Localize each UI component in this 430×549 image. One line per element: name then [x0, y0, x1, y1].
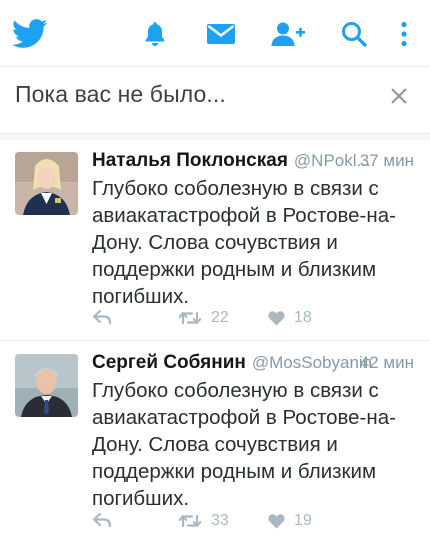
tweet-text: Глубоко соболезную в связи с авиакатастр…	[92, 379, 396, 510]
more-vertical-icon[interactable]	[400, 18, 408, 50]
avatar[interactable]	[15, 152, 78, 215]
author-name[interactable]: Сергей Собянин	[92, 352, 246, 373]
retweet-button[interactable]: 33	[178, 512, 229, 530]
add-user-icon[interactable]	[270, 18, 306, 50]
divider	[0, 133, 430, 140]
tweet-time: 37 мин	[359, 151, 414, 170]
tweet-time: 42 мин	[359, 353, 414, 372]
retweet-button[interactable]: 22	[178, 309, 229, 327]
tweet-actions: 33 19	[92, 512, 392, 536]
like-count: 19	[294, 512, 312, 529]
tweet[interactable]: Сергей Собянин @MosSobyanin 42 мин Глубок…	[0, 352, 430, 540]
reply-icon[interactable]	[92, 309, 112, 325]
tweet-text: Глубоко соболезную в связи с авиакатастр…	[92, 177, 396, 308]
like-count: 18	[294, 309, 312, 326]
heart-icon	[268, 310, 285, 325]
search-icon[interactable]	[341, 18, 367, 50]
like-button[interactable]: 18	[268, 309, 312, 327]
avatar[interactable]	[15, 354, 78, 417]
divider	[0, 340, 430, 341]
retweet-count: 22	[211, 309, 229, 326]
heart-icon	[268, 513, 285, 528]
tweet-actions: 22 18	[92, 309, 392, 333]
bell-icon[interactable]	[144, 18, 166, 50]
tweet[interactable]: Наталья Поклонская @NPokl... 37 мин Глубо…	[0, 150, 430, 338]
tweet-header: Сергей Собянин @MosSobyanin	[92, 352, 372, 378]
twitter-bird-icon[interactable]	[12, 18, 48, 50]
author-handle[interactable]: @MosSobyanin	[252, 353, 372, 372]
author-name[interactable]: Наталья Поклонская	[92, 150, 288, 171]
retweet-icon	[178, 514, 202, 528]
reply-icon[interactable]	[92, 512, 112, 528]
mail-icon[interactable]	[206, 18, 236, 50]
retweet-icon	[178, 311, 202, 325]
close-icon[interactable]	[388, 85, 410, 107]
tweet-header: Наталья Поклонская @NPokl...	[92, 150, 371, 176]
retweet-count: 33	[211, 512, 229, 529]
top-nav-bar	[0, 0, 430, 67]
banner-title: Пока вас не было...	[15, 81, 226, 107]
like-button[interactable]: 19	[268, 512, 312, 530]
while-you-were-away-banner: Пока вас не было...	[0, 67, 430, 125]
